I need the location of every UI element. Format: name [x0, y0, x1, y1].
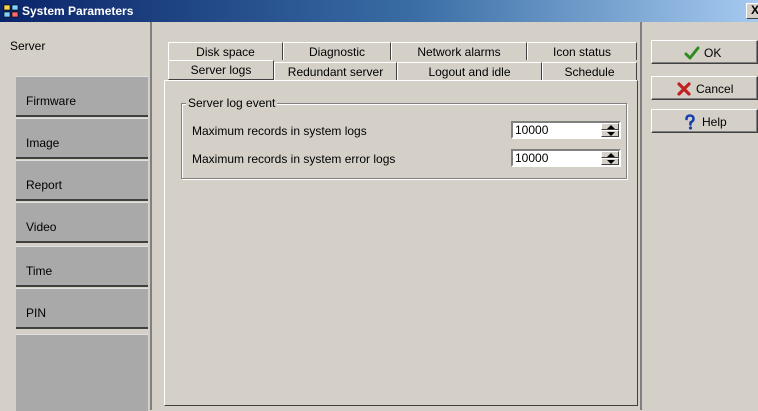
- spin-down-arrow-icon[interactable]: [601, 130, 619, 137]
- command-pane: OK Cancel Help: [640, 22, 758, 410]
- tab-row-back: Disk space Diagnostic Network alarms Ico…: [168, 42, 638, 60]
- max-system-logs-input[interactable]: [513, 123, 601, 137]
- tab-row-front: Server logs Redundant server Logout and …: [168, 60, 638, 80]
- sidebar-item-time[interactable]: Time: [16, 246, 148, 287]
- tab-icon-status[interactable]: Icon status: [527, 42, 637, 60]
- question-icon: [685, 114, 695, 130]
- max-error-logs-label: Maximum records in system error logs: [192, 152, 396, 166]
- window-title: System Parameters: [22, 4, 134, 18]
- server-log-event-group: Server log event Maximum records in syst…: [181, 96, 627, 179]
- spin-buttons: [601, 151, 619, 165]
- cancel-button[interactable]: Cancel: [651, 76, 758, 100]
- sidebar-item-firmware[interactable]: Firmware: [16, 76, 148, 117]
- checkmark-icon: [684, 46, 700, 60]
- sidebar-item-video[interactable]: Video: [16, 202, 148, 243]
- close-button[interactable]: X: [746, 3, 758, 19]
- cancel-label: Cancel: [696, 82, 734, 96]
- tab-network-alarms[interactable]: Network alarms: [391, 42, 527, 60]
- ok-label: OK: [704, 46, 722, 60]
- sidebar-item-pin[interactable]: PIN: [16, 288, 148, 329]
- title-bar: System Parameters X: [0, 0, 758, 22]
- sidebar-empty-area: [16, 334, 148, 411]
- sidebar-item-report[interactable]: Report: [16, 160, 148, 201]
- red-x-icon: [677, 82, 691, 96]
- tab-logout-and-idle[interactable]: Logout and idle: [397, 62, 542, 80]
- spin-buttons: [601, 123, 619, 137]
- tab-server-logs[interactable]: Server logs: [168, 60, 274, 80]
- tab-redundant-server[interactable]: Redundant server: [274, 62, 397, 80]
- tab-disk-space[interactable]: Disk space: [168, 42, 283, 60]
- spin-up-arrow-icon[interactable]: [601, 123, 619, 130]
- tab-page-server-logs: Server log event Maximum records in syst…: [164, 80, 638, 406]
- tab-schedule[interactable]: Schedule: [542, 62, 637, 80]
- category-sidebar: Server Firmware Image Report Video Time …: [0, 22, 150, 411]
- ok-button[interactable]: OK: [651, 40, 758, 64]
- sidebar-item-image[interactable]: Image: [16, 118, 148, 159]
- group-title: Server log event: [186, 96, 278, 110]
- settings-panel: Disk space Diagnostic Network alarms Ico…: [150, 22, 640, 410]
- tab-diagnostic[interactable]: Diagnostic: [283, 42, 391, 60]
- max-error-logs-input[interactable]: [513, 151, 601, 165]
- help-label: Help: [702, 115, 727, 129]
- spin-up-arrow-icon[interactable]: [601, 151, 619, 158]
- max-system-logs-label: Maximum records in system logs: [192, 124, 367, 138]
- max-system-logs-stepper: [511, 121, 621, 139]
- help-button[interactable]: Help: [651, 109, 758, 133]
- max-error-logs-stepper: [511, 149, 621, 167]
- spin-down-arrow-icon[interactable]: [601, 158, 619, 165]
- sidebar-item-server[interactable]: Server: [0, 22, 150, 63]
- app-icon: [3, 4, 19, 18]
